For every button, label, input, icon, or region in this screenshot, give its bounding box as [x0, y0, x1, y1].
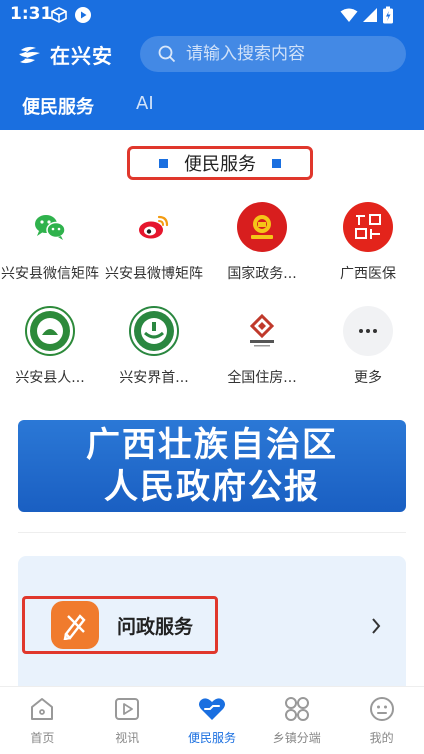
service-item-more[interactable]: 更多 — [318, 306, 418, 388]
search-bar[interactable] — [140, 36, 406, 72]
service-item-weibo[interactable]: 兴安县微博矩阵 — [104, 202, 204, 284]
inquiry-service-card: 问政服务 — [18, 556, 406, 696]
service-item-xingan-county[interactable]: 兴安县人... — [0, 306, 100, 388]
xingan-logo-icon — [19, 46, 40, 63]
inquiry-service-label: 问政服务 — [117, 615, 194, 638]
square-bullet-icon — [272, 158, 281, 168]
nav-label: 我的 — [369, 731, 394, 745]
brand-name: 在兴安 — [50, 44, 113, 68]
heart-hand-icon — [198, 698, 225, 720]
xingan-county-seal-icon — [25, 306, 75, 356]
service-label: 更多 — [354, 370, 382, 386]
service-label: 兴安界首... — [119, 370, 189, 386]
service-label: 兴安县微博矩阵 — [105, 266, 203, 282]
section-title-box: 便民服务 — [127, 146, 313, 180]
gazette-banner[interactable]: 广西壮族自治区 人民政府公报 — [18, 420, 406, 512]
service-item-national-gov[interactable]: 国家政务... — [212, 202, 312, 284]
service-label: 兴安县人... — [15, 370, 85, 386]
housing-fund-icon — [237, 306, 287, 356]
jieshou-seal-icon — [129, 306, 179, 356]
video-icon — [115, 698, 140, 720]
nav-profile[interactable]: 我的 — [339, 687, 424, 754]
guangxi-medical-insurance-icon — [343, 202, 393, 252]
national-emblem-icon — [237, 202, 287, 252]
wechat-icon — [25, 202, 75, 252]
search-input[interactable] — [186, 44, 386, 64]
nav-label: 乡镇分端 — [272, 731, 321, 745]
home-icon — [31, 698, 54, 720]
search-icon — [158, 45, 176, 63]
more-icon — [343, 306, 393, 356]
service-label: 广西医保 — [340, 266, 396, 282]
banner-line-1: 广西壮族自治区 — [86, 425, 338, 465]
banner-line-2: 人民政府公报 — [104, 467, 320, 507]
brand-logo: 在兴安 — [18, 40, 113, 69]
nav-township[interactable]: 乡镇分端 — [254, 687, 339, 754]
status-notification-icons — [50, 6, 92, 24]
service-item-wechat[interactable]: 兴安县微信矩阵 — [0, 202, 100, 284]
battery-icon — [383, 6, 393, 24]
pencil-ruler-icon — [51, 601, 99, 649]
nav-video[interactable]: 视讯 — [85, 687, 170, 754]
service-item-housing-fund[interactable]: 全国住房... — [212, 306, 312, 388]
service-label: 兴安县微信矩阵 — [1, 266, 99, 282]
profile-icon — [369, 697, 394, 721]
bottom-nav: 首页 视讯 便民服务 乡镇分端 我的 — [0, 686, 424, 754]
grid-icon — [284, 697, 309, 721]
nav-label: 视讯 — [115, 731, 140, 745]
header: 1:31 在兴安 便民服务 AI — [0, 0, 424, 130]
section-title: 便民服务 — [184, 154, 256, 175]
status-bar: 1:31 — [0, 0, 424, 30]
tab-ai[interactable]: AI — [136, 93, 154, 119]
service-label: 国家政务... — [227, 266, 297, 282]
chevron-right-icon[interactable] — [370, 616, 382, 636]
nav-label: 便民服务 — [187, 731, 236, 745]
service-item-guangxi-medical[interactable]: 广西医保 — [318, 202, 418, 284]
cube-icon — [51, 7, 67, 23]
signal-icon — [363, 8, 377, 22]
nav-label: 首页 — [30, 731, 55, 745]
service-label: 全国住房... — [227, 370, 297, 386]
play-circle-icon — [75, 7, 91, 23]
nav-home[interactable]: 首页 — [0, 687, 85, 754]
app-screen: 1:31 在兴安 便民服务 AI — [0, 0, 424, 754]
status-system-icons — [340, 6, 394, 24]
weibo-icon — [129, 202, 179, 252]
status-time: 1:31 — [10, 4, 53, 24]
divider — [18, 532, 406, 533]
top-tabs: 便民服务 AI — [22, 93, 154, 119]
service-item-jieshou[interactable]: 兴安界首... — [104, 306, 204, 388]
square-bullet-icon — [159, 158, 168, 168]
tab-convenience-services[interactable]: 便民服务 — [22, 93, 94, 119]
inquiry-service-button[interactable]: 问政服务 — [22, 596, 218, 654]
nav-convenience-services[interactable]: 便民服务 — [170, 687, 255, 754]
wifi-icon — [340, 8, 358, 22]
